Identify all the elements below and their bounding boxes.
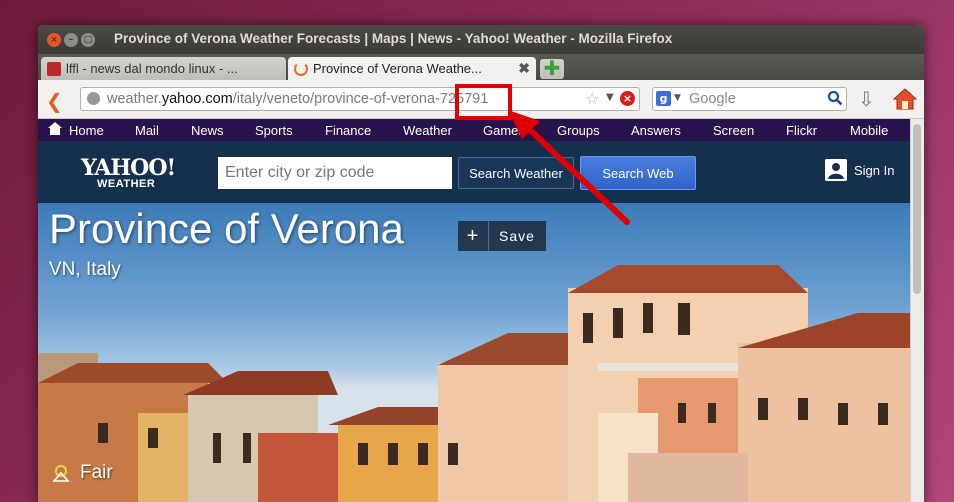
search-bar[interactable]: g ▼ Google: [652, 87, 847, 111]
scrollbar-thumb[interactable]: [913, 124, 921, 294]
search-icon[interactable]: [827, 90, 843, 106]
weather-logo-sub: WEATHER: [97, 178, 156, 190]
window-maximize-button[interactable]: □: [81, 32, 95, 47]
page-title: Province of Verona: [49, 205, 404, 252]
window-title: Province of Verona Weather Forecasts | M…: [114, 31, 673, 46]
nav-answers[interactable]: Answers: [631, 123, 681, 138]
save-label: Save: [499, 228, 535, 244]
nav-flickr[interactable]: Flickr: [786, 123, 817, 138]
search-web-button[interactable]: Search Web: [580, 156, 696, 190]
globe-icon: [87, 92, 100, 105]
url-id-highlight-box: [455, 84, 512, 120]
fair-weather-icon: [52, 465, 70, 482]
nav-news[interactable]: News: [191, 123, 224, 138]
tab-bar: lffl - news dal mondo linux - ... Provin…: [38, 54, 924, 80]
window-close-button[interactable]: ×: [47, 32, 61, 47]
yahoo-weather-header: YAHOO! WEATHER Search Weather Search Web…: [38, 141, 911, 203]
tab-verona-weather[interactable]: Province of Verona Weathe... ✖: [288, 57, 536, 80]
condition-label: Fair: [80, 462, 113, 483]
nav-screen[interactable]: Screen: [713, 123, 754, 138]
history-dropdown-icon[interactable]: ▼: [606, 92, 614, 103]
nav-mail[interactable]: Mail: [135, 123, 159, 138]
bookmark-star-icon[interactable]: ☆: [585, 89, 599, 108]
nav-sports[interactable]: Sports: [255, 123, 293, 138]
sign-in-link[interactable]: Sign In: [825, 159, 894, 181]
nav-home[interactable]: Home: [69, 123, 104, 138]
city-search-input[interactable]: [218, 157, 452, 189]
user-icon: [825, 159, 847, 181]
yahoo-top-nav: Home Mail News Sports Finance Weather Ga…: [38, 119, 911, 141]
url-text[interactable]: weather.yahoo.com/italy/veneto/province-…: [107, 91, 488, 107]
weather-condition: Fair: [50, 461, 113, 485]
tab-label: lffl - news dal mondo linux - ...: [66, 61, 238, 76]
window-minimize-button[interactable]: –: [64, 32, 78, 47]
new-tab-button[interactable]: ✚: [540, 58, 564, 79]
nav-games[interactable]: Games: [483, 123, 525, 138]
home-nav-icon: [48, 122, 62, 135]
nav-weather[interactable]: Weather: [403, 123, 452, 138]
home-icon[interactable]: [892, 86, 918, 112]
url-bar[interactable]: weather.yahoo.com/italy/veneto/province-…: [80, 87, 640, 111]
location-hero: Province of Verona VN, Italy + Save Fair: [38, 203, 911, 502]
tab-label: Province of Verona Weathe...: [313, 61, 482, 76]
tab-close-icon[interactable]: ✖: [518, 60, 530, 77]
loading-spinner-icon: [294, 61, 308, 76]
search-placeholder[interactable]: Google: [689, 91, 736, 107]
search-weather-button[interactable]: Search Weather: [458, 157, 574, 189]
engine-dropdown-icon[interactable]: ▼: [674, 93, 681, 103]
vertical-scrollbar[interactable]: [910, 119, 924, 502]
region-label: VN, Italy: [49, 259, 121, 280]
sign-in-label[interactable]: Sign In: [854, 163, 894, 178]
plus-icon: +: [458, 221, 489, 251]
page-content: Home Mail News Sports Finance Weather Ga…: [38, 119, 911, 502]
nav-groups[interactable]: Groups: [557, 123, 600, 138]
downloads-arrow-icon[interactable]: ⇩: [858, 87, 875, 111]
nav-mobile[interactable]: Mobile: [850, 123, 888, 138]
nav-finance[interactable]: Finance: [325, 123, 371, 138]
tab-lffl[interactable]: lffl - news dal mondo linux - ...: [41, 57, 286, 80]
title-bar: × – □ Province of Verona Weather Forecas…: [38, 25, 924, 54]
stop-button[interactable]: ×: [620, 91, 635, 106]
back-button[interactable]: ❮: [46, 89, 63, 113]
google-engine-icon[interactable]: g: [656, 91, 671, 106]
save-location-button[interactable]: + Save: [458, 221, 546, 251]
lffl-favicon-icon: [47, 61, 61, 76]
